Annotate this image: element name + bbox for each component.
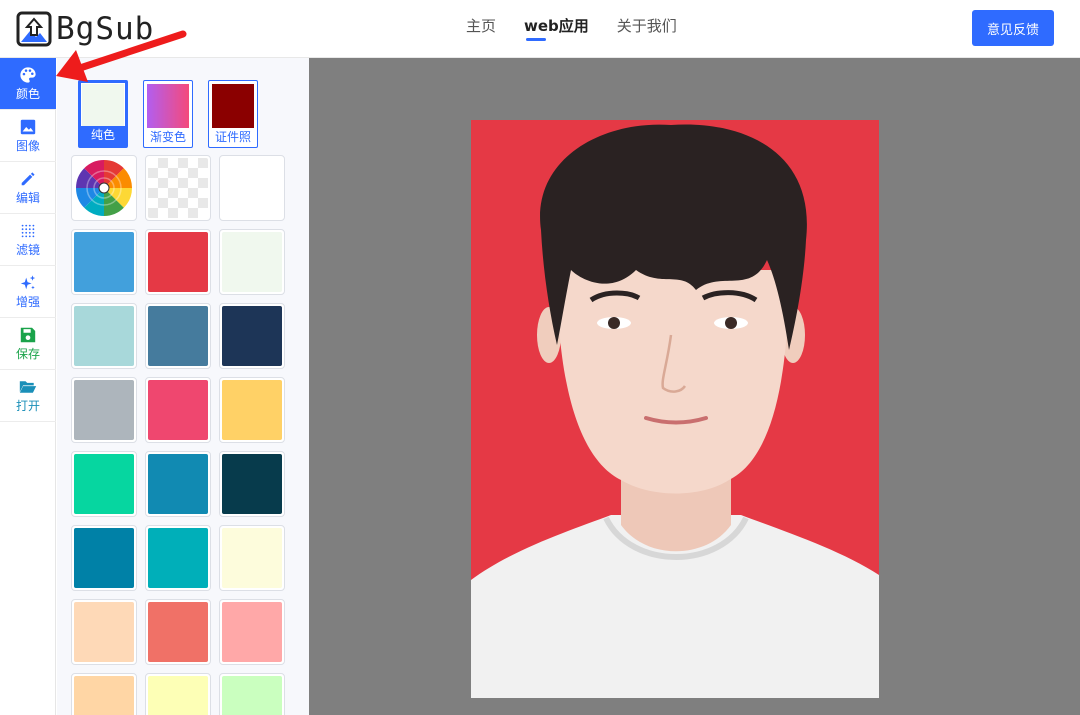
swatch-fill [222, 454, 282, 514]
folder-open-icon [19, 381, 37, 393]
color-swatch[interactable] [219, 599, 285, 665]
portrait-photo[interactable] [471, 120, 879, 698]
tab-id-photo[interactable]: 证件照 [208, 80, 258, 148]
image-icon [20, 119, 36, 135]
swatch-fill [148, 380, 208, 440]
color-swatch[interactable] [219, 229, 285, 295]
color-picker-swatch[interactable] [71, 155, 137, 221]
color-swatch[interactable] [219, 377, 285, 443]
color-swatch[interactable] [145, 451, 211, 517]
sidebar-item-enhance[interactable]: 增强 [0, 266, 56, 318]
white-swatch[interactable] [219, 155, 285, 221]
feedback-button[interactable]: 意见反馈 [972, 10, 1054, 46]
color-swatch[interactable] [219, 525, 285, 591]
sidebar-item-label: 滤镜 [15, 243, 40, 257]
color-mode-tabs: 纯色 渐变色 证件照 [78, 80, 258, 148]
color-swatch[interactable] [145, 599, 211, 665]
sidebar-item-label: 颜色 [15, 87, 40, 101]
swatch-fill [148, 232, 208, 292]
color-swatch[interactable] [71, 377, 137, 443]
color-swatch[interactable] [219, 451, 285, 517]
swatch-fill [74, 528, 134, 588]
top-header: BgSub 主页 web应用 关于我们 意见反馈 [0, 0, 1080, 58]
color-swatch[interactable] [71, 525, 137, 591]
color-swatch[interactable] [71, 229, 137, 295]
color-swatch[interactable] [145, 229, 211, 295]
swatch-fill [148, 158, 208, 218]
tab-preview [147, 84, 189, 128]
swatch-fill [148, 528, 208, 588]
tab-label: 证件照 [214, 130, 251, 144]
tab-preview [82, 84, 124, 128]
swatch-grid [71, 155, 285, 715]
swatch-fill [222, 232, 282, 292]
tab-gradient[interactable]: 渐变色 [143, 80, 193, 148]
color-swatch[interactable] [219, 303, 285, 369]
brand-logo[interactable]: BgSub [16, 10, 154, 48]
sidebar-item-label: 图像 [15, 139, 40, 153]
swatch-fill [222, 676, 282, 715]
palette-icon [20, 67, 36, 83]
transparent-swatch[interactable] [145, 155, 211, 221]
editor-canvas [309, 58, 1080, 715]
color-swatch[interactable] [145, 303, 211, 369]
swatch-fill [222, 306, 282, 366]
logo-icon [16, 11, 52, 47]
nav-home[interactable]: 主页 [466, 16, 496, 36]
nav-web-app[interactable]: web应用 [524, 16, 589, 41]
tab-label: 纯色 [81, 126, 125, 145]
color-swatch[interactable] [71, 599, 137, 665]
sidebar-item-color[interactable]: 颜色 [0, 58, 56, 110]
tool-sidebar: 颜色 图像 编辑 滤镜 增强 保存 打开 [0, 58, 56, 715]
main-nav: 主页 web应用 关于我们 [466, 16, 677, 41]
sidebar-item-label: 增强 [15, 295, 40, 309]
sidebar-item-label: 编辑 [15, 191, 40, 205]
portrait-image [471, 120, 879, 698]
sidebar-item-open[interactable]: 打开 [0, 370, 56, 422]
swatch-fill [222, 380, 282, 440]
swatch-fill [222, 158, 282, 218]
sparkle-icon [20, 275, 36, 290]
filter-dots-icon [21, 224, 35, 238]
swatch-fill [74, 232, 134, 292]
swatch-fill [74, 676, 134, 715]
color-swatch[interactable] [145, 673, 211, 715]
swatch-fill [74, 454, 134, 514]
color-swatch[interactable] [219, 673, 285, 715]
swatch-fill [222, 528, 282, 588]
swatch-fill [148, 306, 208, 366]
tab-label: 渐变色 [149, 130, 186, 144]
sidebar-item-label: 打开 [15, 399, 40, 413]
swatch-fill [74, 306, 134, 366]
brand-name: BgSub [56, 11, 155, 47]
nav-about[interactable]: 关于我们 [617, 16, 677, 36]
color-swatch[interactable] [71, 673, 137, 715]
color-swatch[interactable] [145, 377, 211, 443]
color-wheel-icon [76, 160, 132, 216]
color-swatch[interactable] [145, 525, 211, 591]
color-swatch[interactable] [71, 303, 137, 369]
swatch-fill [148, 676, 208, 715]
floppy-disk-icon [20, 327, 36, 343]
sidebar-item-edit[interactable]: 编辑 [0, 162, 56, 214]
tab-solid-color[interactable]: 纯色 [78, 80, 128, 148]
sidebar-item-filter[interactable]: 滤镜 [0, 214, 56, 266]
swatch-fill [74, 602, 134, 662]
tab-preview [212, 84, 254, 128]
swatch-fill [148, 454, 208, 514]
color-swatch[interactable] [71, 451, 137, 517]
swatch-fill [222, 602, 282, 662]
swatch-fill [74, 380, 134, 440]
sidebar-item-label: 保存 [15, 347, 40, 361]
sidebar-item-save[interactable]: 保存 [0, 318, 56, 370]
sidebar-item-image[interactable]: 图像 [0, 110, 56, 162]
pencil-icon [21, 172, 35, 186]
color-panel: 纯色 渐变色 证件照 [57, 58, 309, 715]
swatch-fill [148, 602, 208, 662]
